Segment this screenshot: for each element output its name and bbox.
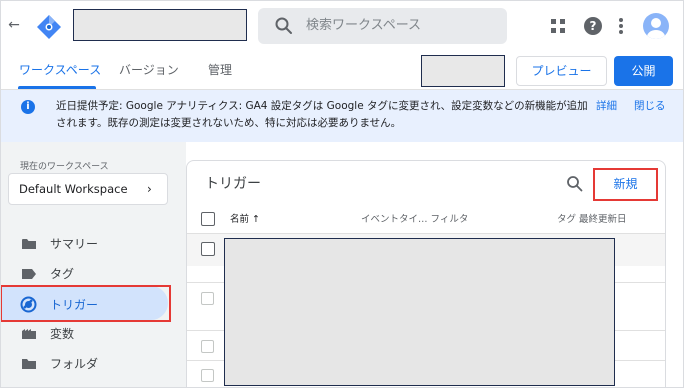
info-icon: i [21, 100, 35, 114]
more-vert-icon[interactable] [617, 17, 625, 35]
highlight-box-triggers [0, 285, 171, 322]
chevron-right-icon[interactable]: › [147, 181, 152, 197]
column-header-tags[interactable]: タグ [557, 213, 576, 227]
search-icon [275, 17, 292, 34]
column-header-event-type[interactable]: イベントタイ… フィルタ [361, 213, 468, 227]
tab-versions[interactable]: バージョン [119, 60, 179, 80]
row-checkbox[interactable] [201, 369, 214, 382]
environment-redacted [421, 55, 505, 87]
tab-admin[interactable]: 管理 [208, 60, 232, 80]
variable-icon [22, 329, 36, 339]
notice-details-link[interactable]: 詳細 [596, 98, 617, 115]
folder-icon [22, 359, 36, 369]
summary-icon [22, 239, 36, 249]
card-title: トリガー [205, 176, 261, 192]
select-all-checkbox[interactable] [201, 212, 215, 226]
search-icon[interactable] [566, 175, 584, 193]
row-checkbox[interactable] [201, 242, 215, 256]
workspace-label: 現在のワークスペース [20, 162, 109, 172]
help-icon[interactable]: ? [584, 17, 602, 35]
row-checkbox[interactable] [201, 340, 214, 353]
sidebar-item-label: タグ [50, 267, 75, 281]
sidebar-item-label: フォルダ [50, 357, 99, 371]
trigger-list-redacted [224, 238, 615, 386]
column-header-name[interactable]: 名前 ↑ [230, 213, 260, 227]
sidebar-item-label: 変数 [50, 327, 75, 341]
row-checkbox[interactable] [201, 292, 214, 305]
sidebar-item-label: サマリー [50, 237, 99, 251]
preview-button[interactable]: プレビュー [516, 56, 607, 86]
tab-workspace[interactable]: ワークスペース [19, 60, 101, 80]
column-header-last-edited[interactable]: 最終更新日 [579, 213, 627, 227]
account-name-redacted [73, 9, 247, 41]
new-trigger-button[interactable]: 新規 [593, 168, 658, 201]
avatar-person-icon [647, 18, 665, 39]
notice-text: 近日提供予定: Google アナリティクス: GA4 設定タグは Google… [56, 100, 588, 129]
tag-manager-logo [37, 15, 61, 39]
back-arrow-icon[interactable]: ← [6, 15, 22, 35]
search-placeholder[interactable]: 検索ワークスペース [306, 16, 421, 36]
account-avatar[interactable] [643, 13, 669, 39]
notice-close-link[interactable]: 閉じる [634, 98, 666, 115]
tag-icon [22, 269, 36, 279]
apps-grid-icon[interactable] [550, 18, 566, 34]
publish-button[interactable]: 公開 [614, 56, 673, 86]
workspace-name[interactable]: Default Workspace [19, 181, 128, 197]
